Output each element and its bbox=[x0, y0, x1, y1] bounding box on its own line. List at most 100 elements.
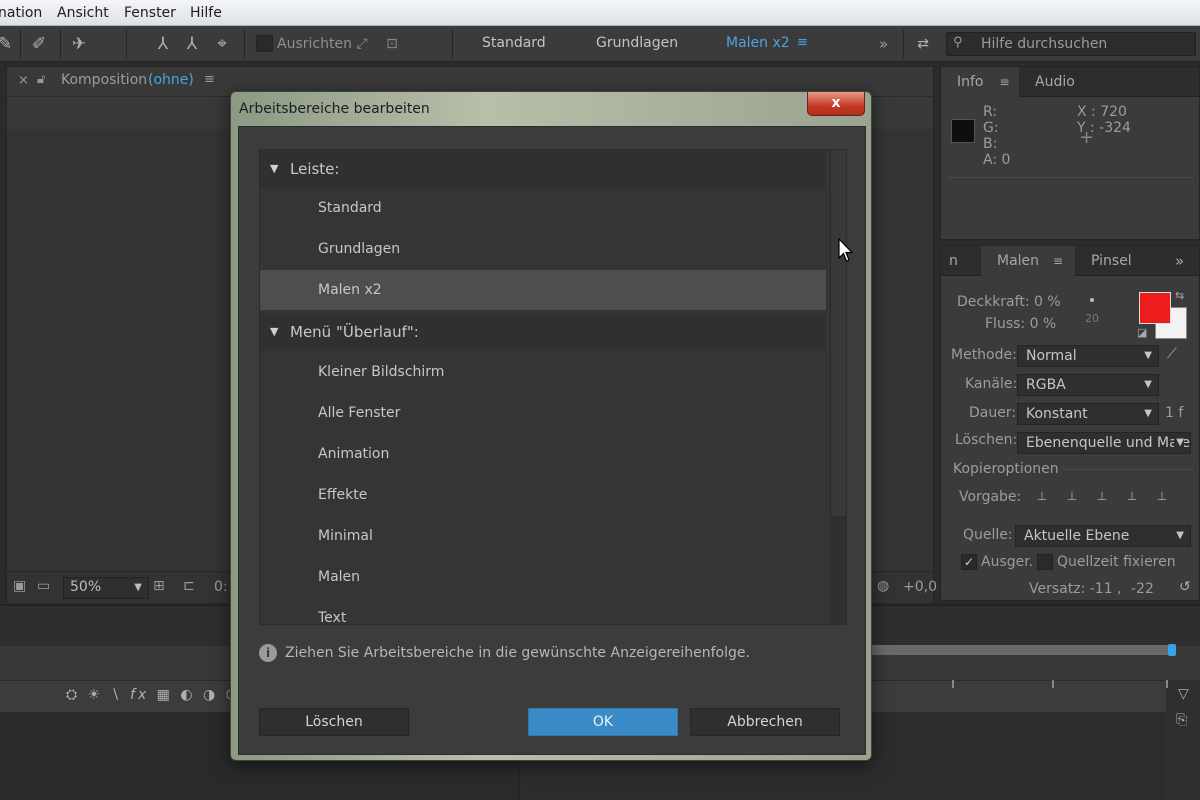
eyedropper-icon[interactable]: ⟋ bbox=[1167, 346, 1177, 362]
list-item[interactable]: Effekte bbox=[260, 475, 826, 515]
flow-label[interactable]: Fluss: 0 % bbox=[985, 316, 1056, 332]
duration-label: Dauer: bbox=[969, 405, 1017, 421]
menu-ansicht[interactable]: Ansicht bbox=[57, 5, 109, 21]
group-header-bar[interactable]: ▼ Leiste: bbox=[260, 150, 826, 188]
dialog-body: ▼ Leiste: Standard Grundlagen Malen x2 ▼… bbox=[238, 126, 866, 755]
chevron-down-icon: ▼ bbox=[1176, 530, 1184, 541]
zoom-dropdown[interactable]: 50% ▼ bbox=[63, 577, 149, 599]
clone-preset-3-icon[interactable]: ⊥ bbox=[1091, 489, 1113, 507]
composition-name[interactable]: (ohne) bbox=[148, 72, 194, 88]
cancel-button[interactable]: Abbrechen bbox=[690, 708, 840, 736]
mode-dropdown[interactable]: Normal ▼ bbox=[1017, 345, 1159, 367]
reset-exposure-icon[interactable]: ◍ bbox=[877, 578, 889, 594]
preset-label: Vorgabe: bbox=[959, 489, 1022, 505]
list-item[interactable]: Malen bbox=[260, 557, 826, 597]
workspace-malen-x2[interactable]: Malen x2 bbox=[726, 35, 790, 51]
collapse-triangle-icon[interactable]: ▼ bbox=[270, 313, 278, 351]
help-search-input[interactable]: ⚲ Hilfe durchsuchen bbox=[946, 32, 1196, 56]
zoom-slider-icon[interactable]: ▽ bbox=[1178, 686, 1189, 702]
panel-menu-icon[interactable]: ≡ bbox=[204, 72, 215, 87]
workspace-overflow-icon[interactable]: » bbox=[879, 35, 888, 53]
scrollbar-thumb[interactable] bbox=[830, 150, 846, 516]
list-item-selected[interactable]: Malen x2 bbox=[260, 270, 826, 310]
monitor-icon[interactable]: ▭ bbox=[37, 578, 50, 594]
default-colors-icon[interactable]: ◪ bbox=[1137, 326, 1147, 339]
axis-view-icon[interactable]: ⌖ bbox=[211, 33, 233, 55]
sync-settings-icon[interactable]: ⇄ bbox=[912, 33, 934, 55]
aligned-label: Ausger. bbox=[981, 554, 1034, 570]
menu-hilfe[interactable]: Hilfe bbox=[190, 5, 222, 21]
workspace-grundlagen[interactable]: Grundlagen bbox=[596, 35, 678, 51]
source-dropdown[interactable]: Aktuelle Ebene ▼ bbox=[1015, 525, 1191, 547]
list-item[interactable]: Text bbox=[260, 598, 826, 624]
list-item[interactable]: Minimal bbox=[260, 516, 826, 556]
grid-snap-icon[interactable]: ⊡ bbox=[381, 33, 403, 55]
clone-preset-5-icon[interactable]: ⊥ bbox=[1151, 489, 1173, 507]
opacity-label[interactable]: Deckkraft: 0 % bbox=[957, 294, 1061, 310]
safe-margins-icon[interactable]: ⊞ bbox=[153, 578, 165, 594]
current-time[interactable]: 0: bbox=[214, 579, 228, 595]
axis-world-icon[interactable]: ⅄ bbox=[181, 33, 203, 55]
list-item[interactable]: Animation bbox=[260, 434, 826, 474]
group-header-overflow[interactable]: ▼ Menü "Überlauf": bbox=[260, 313, 826, 351]
workspace-standard[interactable]: Standard bbox=[482, 35, 546, 51]
mode-label: Methode: bbox=[951, 347, 1017, 363]
channels-dropdown[interactable]: RGBA ▼ bbox=[1017, 374, 1159, 396]
clone-preset-1-icon[interactable]: ⊥ bbox=[1031, 489, 1053, 507]
delete-button[interactable]: Löschen bbox=[259, 708, 409, 736]
tab-audio[interactable]: Audio bbox=[1019, 67, 1091, 97]
layer-switch-icons[interactable]: ⛭ ☀ ∖ fx ▦ ◐ ◑ ⬡ bbox=[66, 687, 241, 703]
hint-text: Ziehen Sie Arbeitsbereiche in die gewüns… bbox=[285, 645, 750, 661]
tab-info[interactable]: Info ≡ bbox=[941, 67, 1019, 97]
axis-local-icon[interactable]: ⅄ bbox=[152, 33, 174, 55]
tab-pinsel[interactable]: Pinsel bbox=[1075, 246, 1148, 276]
brush-size: 20 bbox=[1085, 312, 1099, 325]
list-item[interactable]: Grundlagen bbox=[260, 229, 826, 269]
workspace-menu-icon[interactable]: ≡ bbox=[797, 35, 808, 50]
align-label: Ausrichten bbox=[277, 36, 352, 52]
duration-frames[interactable]: 1 f bbox=[1165, 405, 1183, 421]
lock-source-time-checkbox[interactable] bbox=[1037, 554, 1053, 570]
work-area-end-handle[interactable] bbox=[1168, 644, 1176, 656]
collapse-triangle-icon[interactable]: ▼ bbox=[270, 150, 278, 188]
tab-partial[interactable]: n bbox=[933, 246, 974, 276]
snapshot-icon[interactable]: ▣ bbox=[13, 578, 26, 594]
aligned-checkbox[interactable]: ✓ bbox=[961, 554, 977, 570]
brush-tip-icon bbox=[1090, 298, 1094, 302]
paint-panel-tabs: n Malen ≡ Pinsel » bbox=[941, 246, 1199, 276]
snap-icon[interactable]: ⤢ bbox=[351, 33, 373, 55]
exposure-value[interactable]: +0,0 bbox=[903, 579, 937, 595]
close-icon[interactable]: × bbox=[18, 73, 29, 88]
workspace-list[interactable]: ▼ Leiste: Standard Grundlagen Malen x2 ▼… bbox=[259, 149, 847, 625]
timeline-side-controls: ▽ ⎘ bbox=[1166, 680, 1200, 800]
brush-tool-icon[interactable]: ✎ bbox=[0, 33, 16, 55]
clone-preset-4-icon[interactable]: ⊥ bbox=[1121, 489, 1143, 507]
list-item[interactable]: Standard bbox=[260, 188, 826, 228]
list-item[interactable]: Kleiner Bildschirm bbox=[260, 352, 826, 392]
clone-options-heading: Kopieroptionen bbox=[953, 461, 1059, 477]
erase-dropdown[interactable]: Ebenenquelle und Male ▼ bbox=[1017, 432, 1191, 454]
duration-dropdown[interactable]: Konstant ▼ bbox=[1017, 403, 1159, 425]
lock-icon[interactable]: 🔓︎ bbox=[37, 72, 45, 87]
clone-preset-2-icon[interactable]: ⊥ bbox=[1061, 489, 1083, 507]
dialog-title: Arbeitsbereiche bearbeiten bbox=[239, 101, 430, 117]
offset-label[interactable]: Versatz: -11 , bbox=[1029, 581, 1122, 597]
offset-y-value[interactable]: -22 bbox=[1131, 581, 1154, 597]
panel-overflow-icon[interactable]: » bbox=[1169, 246, 1190, 276]
ok-button[interactable]: OK bbox=[528, 708, 678, 736]
foreground-color-swatch[interactable] bbox=[1139, 292, 1171, 324]
swap-colors-icon[interactable]: ⇆ bbox=[1175, 289, 1184, 302]
list-item[interactable]: Alle Fenster bbox=[260, 393, 826, 433]
close-button[interactable]: x bbox=[807, 92, 865, 116]
menu-animation[interactable]: nation bbox=[0, 5, 42, 21]
menu-fenster[interactable]: Fenster bbox=[124, 5, 176, 21]
time-ruler[interactable] bbox=[872, 645, 1174, 655]
reset-offset-icon[interactable]: ↺ bbox=[1179, 579, 1191, 595]
tab-malen[interactable]: Malen ≡ bbox=[981, 246, 1075, 276]
align-checkbox[interactable] bbox=[256, 35, 273, 52]
comp-button-icon[interactable]: ⎘ bbox=[1176, 712, 1187, 728]
roto-brush-icon[interactable]: ✐ bbox=[28, 33, 50, 55]
composition-title: Komposition bbox=[61, 72, 148, 88]
region-icon[interactable]: ⊏ bbox=[183, 578, 195, 594]
puppet-pin-icon[interactable]: ✈ bbox=[68, 33, 90, 55]
